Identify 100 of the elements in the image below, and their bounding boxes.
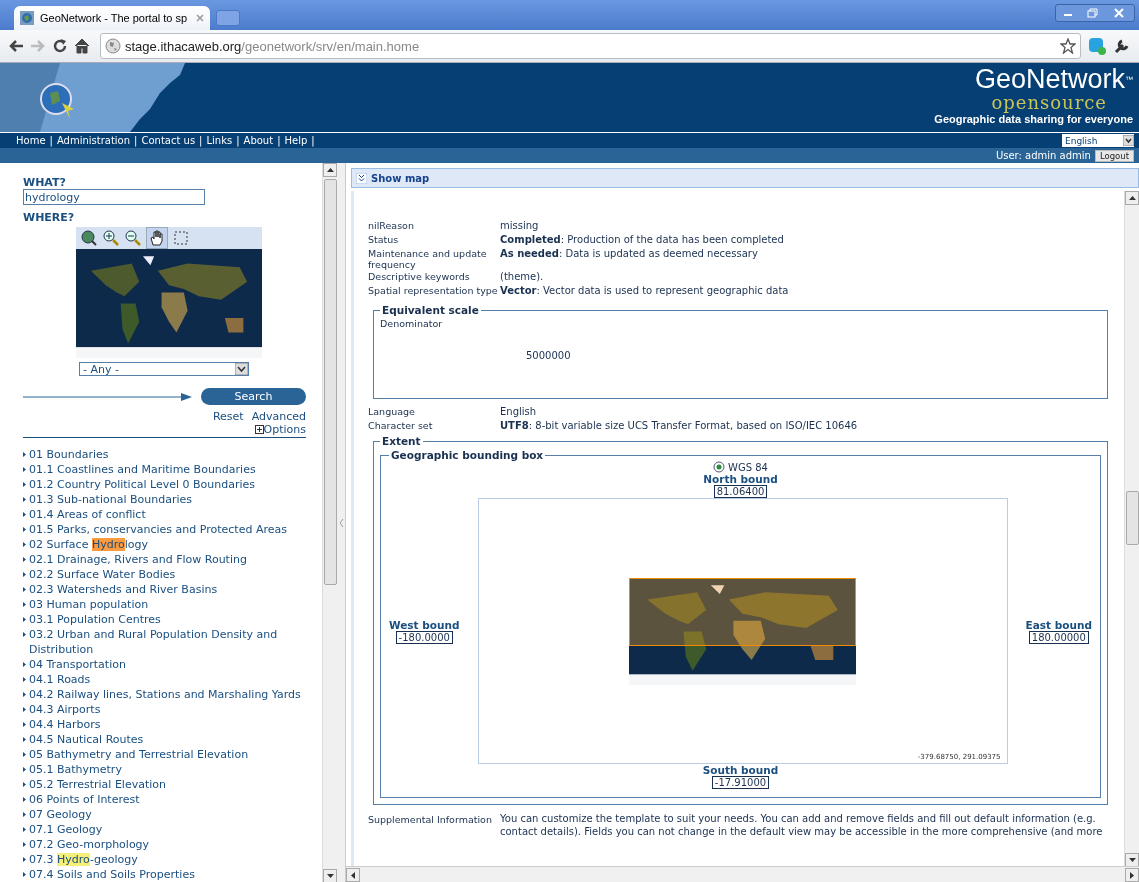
category-link[interactable]: 07.3 Hydro-geology xyxy=(29,852,138,867)
dropdown-arrow-icon[interactable] xyxy=(1123,135,1134,146)
language-select[interactable]: English xyxy=(1062,134,1134,147)
category-link[interactable]: 02.1 Drainage, Rivers and Flow Routing xyxy=(29,552,247,567)
field-value: (theme). xyxy=(500,270,545,284)
category-link[interactable]: 03.2 Urban and Rural Population Density and Distribution xyxy=(29,627,306,657)
plus-box-icon[interactable] xyxy=(254,425,264,434)
globe-favicon-icon xyxy=(20,11,34,25)
bound-value-field[interactable]: -180.0000 xyxy=(395,630,453,644)
back-arrow-icon[interactable] xyxy=(8,39,24,53)
category-link[interactable]: 04.3 Airports xyxy=(29,702,101,717)
category-link[interactable]: 07.4 Soils and Soils Properties xyxy=(29,867,195,882)
bullet-icon xyxy=(23,737,26,742)
nav-separator: | xyxy=(311,135,315,146)
nav-link[interactable]: Links xyxy=(206,135,233,146)
arrow-up-icon[interactable] xyxy=(1128,196,1136,200)
horizontal-scrollbar[interactable] xyxy=(346,866,1139,882)
category-link[interactable]: 07.1 Geology xyxy=(29,822,103,837)
nav-link[interactable]: About xyxy=(243,135,274,146)
zoom-in-icon[interactable] xyxy=(102,229,120,247)
category-link[interactable]: 01 Boundaries xyxy=(29,447,109,462)
url-host: stage.ithacaweb.org xyxy=(125,38,242,54)
radio-button[interactable] xyxy=(713,461,726,473)
arrow-right-icon[interactable] xyxy=(1130,871,1134,879)
category-link[interactable]: 03.1 Population Centres xyxy=(29,612,161,627)
arrow-down-icon[interactable] xyxy=(1128,858,1136,862)
bullet-icon xyxy=(23,602,26,607)
nav-separator: | xyxy=(134,135,138,146)
bound-label: North bound xyxy=(703,473,778,485)
category-link[interactable]: 02.3 Watersheds and River Basins xyxy=(29,582,218,597)
category-link[interactable]: 04 Transportation xyxy=(29,657,126,672)
star-icon[interactable] xyxy=(1060,38,1076,54)
region-select[interactable]: - Any - xyxy=(79,362,249,376)
where-label: WHERE? xyxy=(23,211,76,224)
category-link[interactable]: 04.2 Railway lines, Stations and Marshaling Yards xyxy=(29,687,301,702)
nav-link[interactable]: Home xyxy=(16,135,46,146)
field-label: nilReason xyxy=(368,219,415,233)
bullet-icon xyxy=(23,542,26,547)
box-select-icon[interactable] xyxy=(172,229,190,247)
zoom-out-icon[interactable] xyxy=(124,229,142,247)
bound-value-field[interactable]: -17.91000 xyxy=(711,776,770,789)
bullet-icon xyxy=(23,812,26,817)
arrow-up-icon[interactable] xyxy=(326,168,334,172)
category-link[interactable]: 02 Surface Hydrology xyxy=(29,537,148,552)
field-value: English xyxy=(500,405,538,419)
options-link[interactable]: Options xyxy=(263,423,306,436)
splitter-handle-icon[interactable] xyxy=(339,519,344,527)
extension-icon[interactable] xyxy=(1087,36,1107,56)
wrench-icon[interactable] xyxy=(1113,37,1131,55)
category-link[interactable]: 07 Geology xyxy=(29,807,92,822)
category-link[interactable]: 07.2 Geo-morphology xyxy=(29,837,150,852)
category-link[interactable]: 01.2 Country Political Level 0 Boundaries xyxy=(29,477,256,492)
panel-title: Geographic bounding box xyxy=(390,449,545,461)
category-link[interactable]: 01.3 Sub-national Boundaries xyxy=(29,492,192,507)
category-link[interactable]: 04.4 Harbors xyxy=(29,717,101,732)
bullet-icon xyxy=(23,872,26,877)
scrollbar[interactable] xyxy=(322,163,338,882)
category-link[interactable]: 03 Human population xyxy=(29,597,149,612)
category-link[interactable]: 01.5 Parks, conservancies and Protected Areas xyxy=(29,522,287,537)
scrollbar[interactable] xyxy=(1124,191,1139,867)
nav-link[interactable]: Contact us xyxy=(141,135,196,146)
category-link[interactable]: 05.1 Bathymetry xyxy=(29,762,122,777)
advanced-link[interactable]: Advanced xyxy=(251,410,306,423)
field-value: Vector: Vector data is used to represent geographic data xyxy=(500,284,790,298)
category-link[interactable]: 04.1 Roads xyxy=(29,672,91,687)
category-link[interactable]: 04.5 Nautical Routes xyxy=(29,732,144,747)
bound-value-field[interactable]: 180.00000 xyxy=(1028,630,1089,644)
reload-icon[interactable] xyxy=(52,38,68,54)
nav-link[interactable]: Help xyxy=(284,135,308,146)
logout-button[interactable]: Logout xyxy=(1094,149,1134,162)
bullet-icon xyxy=(23,722,26,727)
pan-hand-icon[interactable] xyxy=(146,227,168,249)
close-icon[interactable] xyxy=(196,14,204,22)
field-label: Character set xyxy=(368,419,434,433)
field-value: Completed: Production of the data has been completed xyxy=(500,233,785,247)
search-button[interactable]: Search xyxy=(201,388,306,405)
browser-tab[interactable]: GeoNetwork - The portal to sp xyxy=(14,6,210,30)
nav-link[interactable]: Administration xyxy=(56,135,131,146)
category-link[interactable]: 02.2 Surface Water Bodies xyxy=(29,567,176,582)
category-link[interactable]: 05.2 Terrestrial Elevation xyxy=(29,777,166,792)
show-map-bar[interactable]: Show map xyxy=(351,168,1139,188)
category-link[interactable]: 06 Points of Interest xyxy=(29,792,140,807)
what-input-field[interactable]: hydrology xyxy=(23,189,205,205)
address-bar[interactable]: stage.ithacaweb.org/geonetwork/srv/en/main.home xyxy=(100,33,1081,59)
nav-separator: | xyxy=(199,135,203,146)
zoom-world-icon[interactable] xyxy=(80,229,98,247)
bullet-icon xyxy=(23,617,26,622)
bound-value-field[interactable]: 81.06400 xyxy=(713,485,768,498)
scrollbar-thumb[interactable] xyxy=(324,179,337,585)
home-icon[interactable] xyxy=(74,38,90,54)
dropdown-arrow-icon[interactable] xyxy=(235,363,248,375)
category-link[interactable]: 05 Bathymetry and Terrestrial Elevation xyxy=(29,747,249,762)
arrow-left-icon[interactable] xyxy=(351,871,355,879)
field-value: As needed: Data is updated as deemed necessary xyxy=(500,247,759,261)
reset-link[interactable]: Reset xyxy=(212,410,244,423)
arrow-down-icon[interactable] xyxy=(326,874,334,878)
category-link[interactable]: 01.4 Areas of conflict xyxy=(29,507,146,522)
scrollbar-thumb[interactable] xyxy=(1126,491,1139,545)
category-link[interactable]: 01.1 Coastlines and Maritime Boundaries xyxy=(29,462,256,477)
field-label: Language xyxy=(368,405,416,419)
